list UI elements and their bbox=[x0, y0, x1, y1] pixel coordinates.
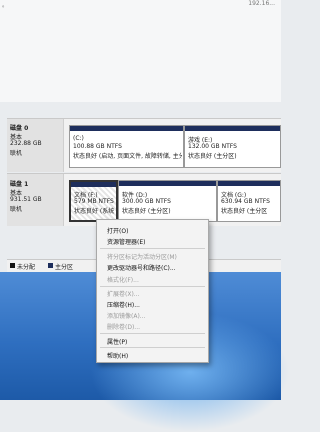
disk-info-0[interactable]: 磁盘 0 基本 232.88 GB 联机 bbox=[7, 119, 64, 172]
disk-status: 联机 bbox=[10, 150, 23, 157]
menu-properties[interactable]: 属性(P) bbox=[107, 337, 127, 346]
partition-bar bbox=[119, 181, 216, 186]
disk-size: 931.51 GB bbox=[10, 196, 42, 203]
legend-unallocated: 未分配 bbox=[17, 264, 36, 271]
partition-bar bbox=[185, 126, 280, 131]
menu-separator bbox=[100, 248, 205, 249]
upper-panel: 。 192.16... bbox=[0, 0, 281, 102]
menu-extend[interactable]: 扩展卷(X)... bbox=[107, 289, 140, 298]
menu-shrink[interactable]: 压缩卷(H)... bbox=[107, 300, 140, 309]
partition-f[interactable]: 文档 (F:) 579 MB NTFS 状态良好 (系统 bbox=[69, 180, 118, 222]
partition-status: 状态良好 (主分区 bbox=[221, 208, 268, 215]
partition-status: 状态良好 (主分区) bbox=[122, 208, 171, 215]
partition-bar bbox=[71, 182, 116, 187]
menu-separator bbox=[100, 333, 205, 334]
menu-delete[interactable]: 删除卷(D)... bbox=[107, 322, 140, 331]
menu-help[interactable]: 帮助(H) bbox=[107, 351, 128, 360]
disk-size: 232.88 GB bbox=[10, 140, 42, 147]
partition-e[interactable]: 游戏 (E:) 132.00 GB NTFS 状态良好 (主分区) bbox=[184, 125, 281, 168]
menu-add-mirror[interactable]: 添加镜像(A)... bbox=[107, 311, 146, 320]
disk-status: 联机 bbox=[10, 206, 23, 213]
partition-status: 状态良好 (系统 bbox=[74, 208, 115, 215]
menu-mark-active[interactable]: 将分区标记为活动分区(M) bbox=[107, 252, 177, 261]
menu-open[interactable]: 打开(O) bbox=[107, 226, 128, 235]
partition-d[interactable]: 软件 (D:) 300.00 GB NTFS 状态良好 (主分区) bbox=[118, 180, 217, 222]
menu-change-drive-letter[interactable]: 更改驱动器号和路径(C)... bbox=[107, 263, 176, 272]
partition-status: 状态良好 (主分区) bbox=[188, 153, 237, 160]
primary-swatch bbox=[48, 263, 53, 268]
partition-size: 132.00 GB NTFS bbox=[188, 143, 237, 150]
partition-size: 100.88 GB NTFS bbox=[73, 143, 122, 150]
disk-info-1[interactable]: 磁盘 1 基本 931.51 GB 联机 bbox=[7, 174, 64, 226]
disk-row-0: 磁盘 0 基本 232.88 GB 联机 (C:) 100.88 GB NTFS… bbox=[7, 118, 281, 172]
partition-size: 300.00 GB NTFS bbox=[122, 198, 171, 205]
menu-separator bbox=[100, 347, 205, 348]
partition-status: 状态良好 (启动, 页面文件, 故障转储, 主分区) bbox=[73, 153, 182, 160]
disk-name: 磁盘 0 bbox=[10, 125, 29, 132]
partition-bar bbox=[70, 126, 183, 131]
menu-separator bbox=[100, 286, 205, 287]
context-menu: 打开(O) 资源管理器(E) 将分区标记为活动分区(M) 更改驱动器号和路径(C… bbox=[96, 219, 209, 363]
disk-name: 磁盘 1 bbox=[10, 181, 29, 188]
partition-label: (C:) bbox=[73, 135, 84, 142]
top-left-fragment: 。 bbox=[2, 2, 9, 9]
menu-explorer[interactable]: 资源管理器(E) bbox=[107, 237, 145, 246]
partition-bar bbox=[218, 181, 280, 186]
unallocated-swatch bbox=[10, 263, 15, 268]
partition-size: 630.94 GB NTFS bbox=[221, 198, 270, 205]
partition-c[interactable]: (C:) 100.88 GB NTFS 状态良好 (启动, 页面文件, 故障转储… bbox=[69, 125, 184, 168]
partition-g[interactable]: 文档 (G:) 630.94 GB NTFS 状态良好 (主分区 bbox=[217, 180, 281, 222]
legend-primary: 主分区 bbox=[55, 264, 74, 271]
partition-size: 579 MB NTFS bbox=[74, 198, 114, 205]
top-right-fragment: 192.16... bbox=[248, 0, 275, 7]
menu-format[interactable]: 格式化(F)... bbox=[107, 275, 139, 284]
